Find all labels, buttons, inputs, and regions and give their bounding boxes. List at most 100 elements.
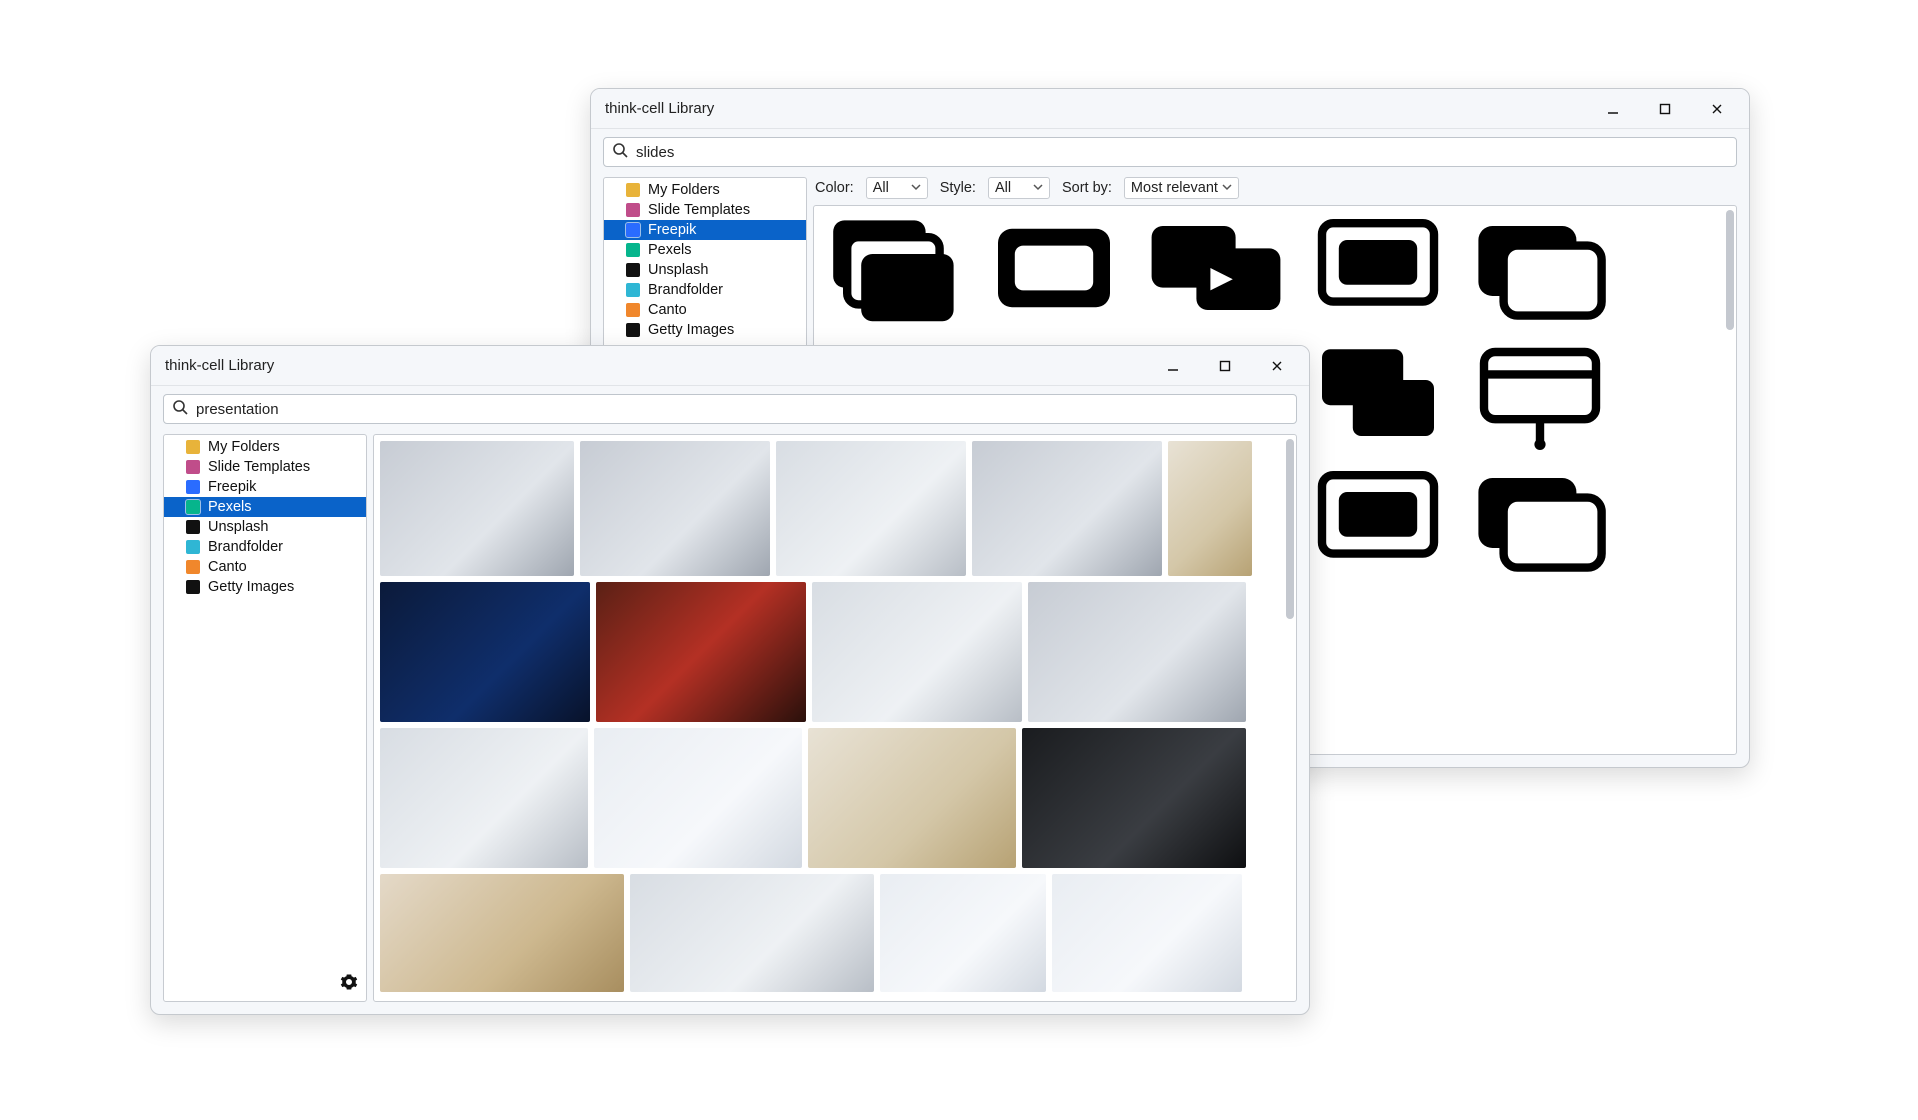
titlebar[interactable]: think-cell Library <box>591 89 1749 129</box>
result-thumbnail[interactable] <box>880 874 1046 992</box>
result-thumbnail[interactable] <box>594 728 802 868</box>
sidebar-item-canto[interactable]: Canto <box>604 300 806 320</box>
canto-icon <box>626 303 640 317</box>
brandfolder-icon <box>626 283 640 297</box>
sidebar-item-getty-images[interactable]: Getty Images <box>164 577 366 597</box>
close-button[interactable] <box>1691 90 1743 128</box>
canto-icon <box>186 560 200 574</box>
sidebar-item-label: Canto <box>208 559 247 575</box>
sidebar-item-label: My Folders <box>208 439 280 455</box>
sidebar-item-label: Canto <box>648 302 687 318</box>
sidebar-item-pexels[interactable]: Pexels <box>164 497 366 517</box>
sidebar-item-label: Slide Templates <box>648 202 750 218</box>
sidebar-item-slide-templates[interactable]: Slide Templates <box>604 200 806 220</box>
pexels-icon <box>626 243 640 257</box>
close-button[interactable] <box>1251 347 1303 385</box>
result-thumbnail[interactable] <box>1022 728 1246 868</box>
search-icon <box>612 142 628 163</box>
results-panel <box>373 434 1297 1002</box>
sidebar-item-label: Freepik <box>208 479 256 495</box>
sidebar-item-pexels[interactable]: Pexels <box>604 240 806 260</box>
unsplash-icon <box>626 263 640 277</box>
result-icon[interactable] <box>820 212 964 324</box>
result-icon[interactable] <box>1306 464 1450 576</box>
getty-icon <box>186 580 200 594</box>
result-thumbnail[interactable] <box>1168 441 1252 576</box>
search-icon <box>172 399 188 420</box>
result-icon[interactable] <box>1306 338 1450 450</box>
result-icon[interactable] <box>1468 212 1612 324</box>
result-thumbnail[interactable] <box>1052 874 1242 992</box>
result-thumbnail[interactable] <box>630 874 874 992</box>
sidebar-item-getty-images[interactable]: Getty Images <box>604 320 806 340</box>
result-thumbnail[interactable] <box>812 582 1022 722</box>
minimize-button[interactable] <box>1587 90 1639 128</box>
sidebar-item-unsplash[interactable]: Unsplash <box>164 517 366 537</box>
library-window-front: think-cell Library My Folders Slide Templ… <box>150 345 1310 1015</box>
sidebar-item-label: Unsplash <box>208 519 268 535</box>
window-title: think-cell Library <box>605 100 714 117</box>
result-thumbnail[interactable] <box>580 441 770 576</box>
maximize-button[interactable] <box>1199 347 1251 385</box>
sidebar-item-my-folders[interactable]: My Folders <box>164 437 366 457</box>
sidebar-item-label: Slide Templates <box>208 459 310 475</box>
gear-icon[interactable] <box>340 973 358 996</box>
sidebar-item-canto[interactable]: Canto <box>164 557 366 577</box>
folder-icon <box>186 440 200 454</box>
chevron-down-icon <box>1033 180 1043 196</box>
sidebar-item-brandfolder[interactable]: Brandfolder <box>164 537 366 557</box>
sidebar-item-brandfolder[interactable]: Brandfolder <box>604 280 806 300</box>
result-thumbnail[interactable] <box>380 728 588 868</box>
result-thumbnail[interactable] <box>380 441 574 576</box>
result-icon[interactable] <box>1144 212 1288 324</box>
search-input[interactable] <box>636 144 1728 161</box>
result-icon[interactable] <box>1468 464 1612 576</box>
brandfolder-icon <box>186 540 200 554</box>
search-box[interactable] <box>163 394 1297 424</box>
filter-sort-label: Sort by: <box>1062 180 1112 196</box>
result-thumbnail[interactable] <box>380 874 624 992</box>
sidebar-item-label: Brandfolder <box>208 539 283 555</box>
filter-color-select[interactable]: All <box>866 177 928 199</box>
result-icon[interactable] <box>1306 212 1450 324</box>
getty-icon <box>626 323 640 337</box>
photo-results[interactable] <box>374 435 1282 1001</box>
sidebar-item-label: Freepik <box>648 222 696 238</box>
sidebar-item-freepik[interactable]: Freepik <box>164 477 366 497</box>
chevron-down-icon <box>911 180 921 196</box>
sidebar-item-label: Unsplash <box>648 262 708 278</box>
freepik-icon <box>186 480 200 494</box>
filter-sort-select[interactable]: Most relevant <box>1124 177 1239 199</box>
result-thumbnail[interactable] <box>1028 582 1246 722</box>
unsplash-icon <box>186 520 200 534</box>
filter-bar: Color: All Style: All Sort by: Most rele… <box>813 177 1737 205</box>
result-thumbnail[interactable] <box>380 582 590 722</box>
minimize-button[interactable] <box>1147 347 1199 385</box>
freepik-icon <box>626 223 640 237</box>
sidebar-item-unsplash[interactable]: Unsplash <box>604 260 806 280</box>
sidebar-item-label: Getty Images <box>208 579 294 595</box>
search-box[interactable] <box>603 137 1737 167</box>
source-list: My Folders Slide Templates Freepik Pexels Un… <box>164 435 366 967</box>
template-icon <box>186 460 200 474</box>
sidebar-item-my-folders[interactable]: My Folders <box>604 180 806 200</box>
pexels-icon <box>186 500 200 514</box>
source-sidebar: My Folders Slide Templates Freepik Pexels Un… <box>163 434 367 1002</box>
sidebar-item-label: Pexels <box>208 499 252 515</box>
scrollbar[interactable] <box>1286 439 1294 997</box>
result-thumbnail[interactable] <box>808 728 1016 868</box>
search-input[interactable] <box>196 401 1288 418</box>
result-icon[interactable] <box>1468 338 1612 450</box>
sidebar-item-slide-templates[interactable]: Slide Templates <box>164 457 366 477</box>
result-thumbnail[interactable] <box>972 441 1162 576</box>
sidebar-item-freepik[interactable]: Freepik <box>604 220 806 240</box>
result-thumbnail[interactable] <box>776 441 966 576</box>
titlebar[interactable]: think-cell Library <box>151 346 1309 386</box>
template-icon <box>626 203 640 217</box>
sidebar-item-label: Pexels <box>648 242 692 258</box>
scrollbar[interactable] <box>1726 210 1734 750</box>
result-icon[interactable] <box>982 212 1126 324</box>
maximize-button[interactable] <box>1639 90 1691 128</box>
result-thumbnail[interactable] <box>596 582 806 722</box>
filter-style-select[interactable]: All <box>988 177 1050 199</box>
